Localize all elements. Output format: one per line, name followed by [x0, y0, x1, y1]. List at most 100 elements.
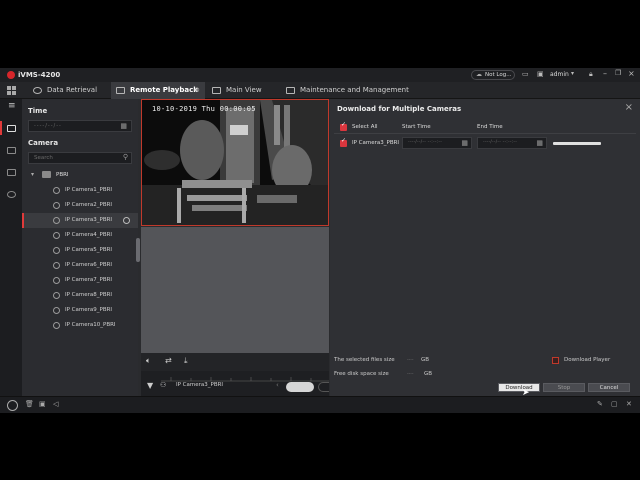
- message-icon[interactable]: ▭: [522, 70, 529, 78]
- left-panel: Time ----/--/-- ▦ Camera Search ⚲ ▾ PBRI…: [22, 99, 138, 396]
- restore-icon[interactable]: ❐: [615, 69, 621, 77]
- tab-main-view[interactable]: Main View: [209, 82, 279, 99]
- camera-label: IP Camera6_PBRI: [65, 262, 113, 268]
- video-player[interactable]: 10-10-2019 Thu 00:00:05: [141, 99, 329, 226]
- tab-bar: Data Retrieval Remote Playback ⊗ Main Vi…: [0, 82, 640, 99]
- dialog-close-icon[interactable]: ×: [625, 102, 633, 113]
- calendar-icon[interactable]: ▦: [461, 139, 468, 147]
- timeline-zoom-out[interactable]: [318, 382, 329, 392]
- camera-icon: [53, 307, 60, 314]
- tab-label: Maintenance and Management: [300, 86, 409, 94]
- pin-icon[interactable]: ✎: [597, 400, 603, 408]
- window-icon[interactable]: ▢: [611, 400, 618, 408]
- stop-button[interactable]: Stop: [543, 383, 585, 392]
- camera-icon: [53, 322, 60, 329]
- search-placeholder: Search: [34, 155, 53, 161]
- tab-remote-playback[interactable]: Remote Playback ⊗: [111, 82, 205, 99]
- camera-label: IP Camera1_PBRI: [65, 187, 113, 193]
- user-name[interactable]: admin: [550, 71, 569, 78]
- close-icon[interactable]: ×: [628, 69, 635, 78]
- timeline-prev-icon[interactable]: ‹: [276, 381, 279, 389]
- cloud-icon: ☁: [476, 71, 482, 78]
- play-icon[interactable]: [123, 217, 130, 224]
- camera-label: IP Camera2_PBRI: [65, 202, 113, 208]
- panel-collapse-handle[interactable]: [136, 238, 140, 262]
- expand-icon[interactable]: ✕: [626, 400, 632, 408]
- camera-row-checkbox[interactable]: [340, 137, 347, 147]
- video-rail-icon[interactable]: [7, 169, 16, 176]
- group-node-pbri[interactable]: ▾ PBRI: [30, 170, 130, 182]
- camera-list-item[interactable]: IP Camera10_PBRI: [22, 318, 138, 333]
- cancel-button[interactable]: Cancel: [588, 383, 630, 392]
- chevron-down-icon[interactable]: ▾: [571, 70, 574, 77]
- delete-icon[interactable]: 🗑︎: [25, 400, 34, 408]
- app-logo-icon: [7, 71, 15, 79]
- tab-label: Remote Playback: [130, 86, 198, 94]
- tab-maintenance[interactable]: Maintenance and Management: [284, 82, 414, 99]
- end-time-field[interactable]: ----/--/-- --:--:-- ▦: [477, 137, 547, 149]
- camera-list-item[interactable]: IP Camera2_PBRI: [22, 198, 138, 213]
- timeline-zoom-slider[interactable]: [286, 382, 314, 392]
- camera-list-item[interactable]: IP Camera8_PBRI: [22, 288, 138, 303]
- camera-icon: [53, 277, 60, 284]
- volume-icon[interactable]: 🔈︎: [146, 356, 151, 366]
- calendar-icon[interactable]: ▦: [536, 139, 543, 147]
- timeline-channel-label: IP Camera3_PBRI: [176, 382, 224, 388]
- download-player-checkbox[interactable]: [552, 357, 559, 364]
- date-placeholder: ----/--/--: [34, 123, 62, 129]
- playback-icon: [116, 86, 125, 94]
- date-field[interactable]: ----/--/-- ▦: [28, 120, 132, 132]
- dialog-title: Download for Multiple Cameras: [337, 105, 462, 113]
- camera-list-item[interactable]: IP Camera9_PBRI: [22, 303, 138, 318]
- hamburger-icon[interactable]: ≡: [8, 101, 16, 111]
- select-all-label: Select All: [352, 124, 378, 130]
- login-status-button[interactable]: ☁ Not Log...: [471, 70, 515, 80]
- camera-list-item[interactable]: IP Camera6_PBRI: [22, 258, 138, 273]
- adjust-icon[interactable]: ⇄: [165, 356, 172, 365]
- grid-menu-icon[interactable]: [7, 86, 16, 95]
- camera-label: IP Camera9_PBRI: [65, 307, 113, 313]
- free-disk-unit: GB: [424, 371, 433, 377]
- tab-close-icon[interactable]: ⊗: [194, 82, 200, 99]
- selected-size-label: The selected files size: [334, 357, 395, 363]
- end-time-placeholder: ----/--/-- --:--:--: [483, 140, 518, 145]
- notice-icon[interactable]: ▣: [39, 400, 46, 408]
- lock-icon[interactable]: 🔒︎: [589, 70, 593, 79]
- camera-list-item[interactable]: IP Camera4_PBRI: [22, 228, 138, 243]
- minimize-icon[interactable]: –: [603, 69, 607, 78]
- download-dialog: Download for Multiple Cameras × Select A…: [330, 99, 640, 398]
- search-icon: [33, 86, 42, 94]
- folder-icon: [42, 171, 51, 178]
- expand-arrow-icon[interactable]: ▾: [31, 171, 34, 178]
- download-progress-bar: [553, 142, 601, 145]
- select-all-checkbox[interactable]: [340, 121, 347, 131]
- status-bar: 🗑︎ ▣ ◁ ✎ ▢ ✕: [0, 396, 640, 413]
- download-icon[interactable]: ⤓: [184, 356, 188, 366]
- camera-frame-image: [142, 100, 328, 225]
- camera-icon: [53, 202, 60, 209]
- wrench-icon: [286, 86, 295, 94]
- filter-icon[interactable]: ▼: [147, 381, 153, 390]
- download-button[interactable]: Download: [498, 383, 540, 392]
- calendar-icon[interactable]: ▦: [120, 122, 127, 130]
- event-rail-icon[interactable]: [7, 147, 16, 154]
- globe-rail-icon[interactable]: [7, 191, 16, 198]
- start-time-field[interactable]: ----/--/-- --:--:-- ▦: [402, 137, 472, 149]
- playback-rail-icon[interactable]: [7, 125, 16, 132]
- camera-label: IP Camera3_PBRI: [65, 217, 113, 223]
- camera-list-item[interactable]: IP Camera1_PBRI: [22, 183, 138, 198]
- alarm-icon[interactable]: [7, 400, 18, 411]
- camera-list-item[interactable]: IP Camera7_PBRI: [22, 273, 138, 288]
- search-icon[interactable]: ⚲: [123, 153, 128, 161]
- camera-icon: [53, 217, 60, 224]
- camera-list-item[interactable]: IP Camera3_PBRI: [22, 213, 138, 228]
- tab-data-retrieval[interactable]: Data Retrieval: [29, 82, 109, 99]
- monitor-icon: [212, 86, 221, 94]
- search-input[interactable]: Search ⚲: [28, 152, 132, 164]
- user-icon[interactable]: ▣: [537, 70, 544, 78]
- camera-tree-icon[interactable]: ⚇: [160, 381, 166, 389]
- audio-icon[interactable]: ◁: [53, 400, 58, 408]
- empty-window-area[interactable]: [141, 227, 329, 353]
- camera-list-item[interactable]: IP Camera5_PBRI: [22, 243, 138, 258]
- osd-timestamp: 10-10-2019 Thu 00:00:05: [152, 105, 256, 113]
